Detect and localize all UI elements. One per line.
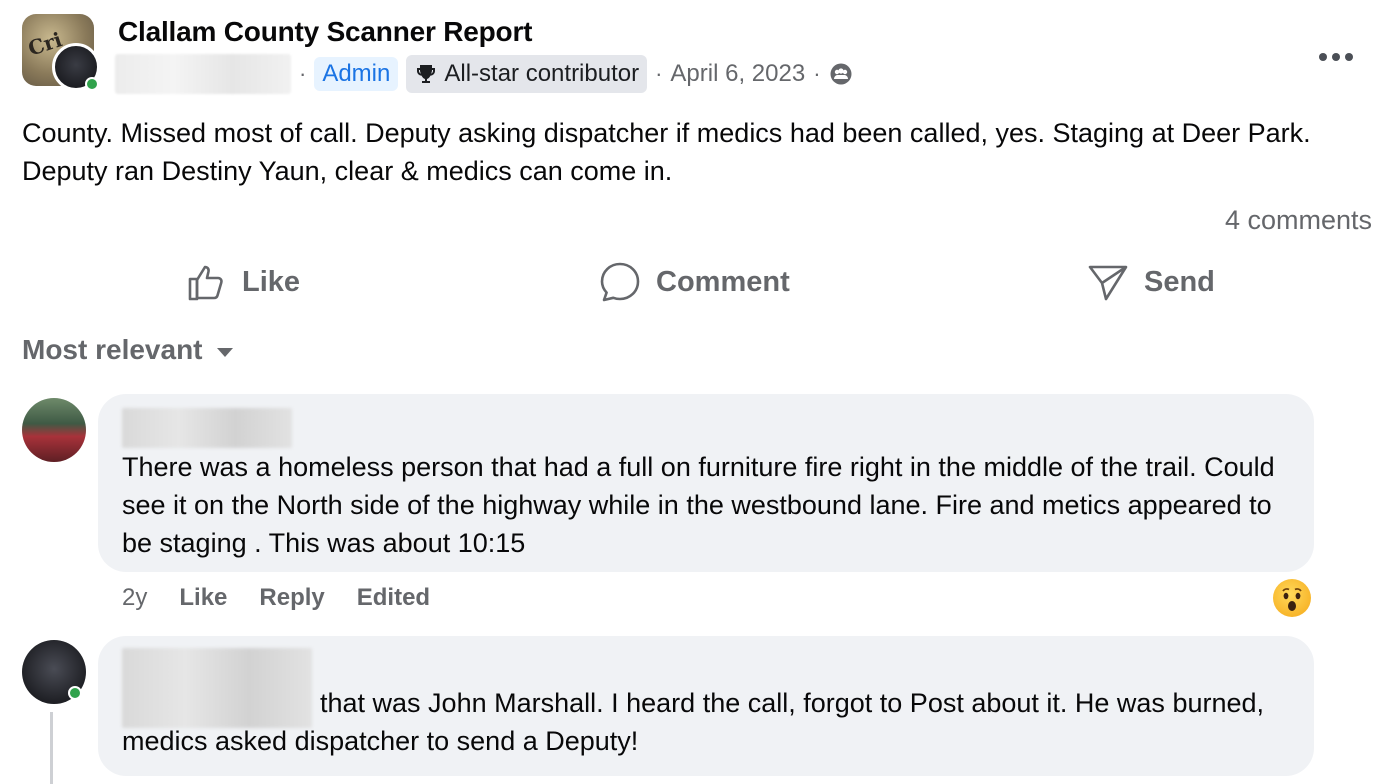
group-name[interactable]: Clallam County Scanner Report <box>118 16 532 48</box>
comment-actions: 2y Like Reply Edited <box>122 584 430 612</box>
comment-label: Comment <box>656 265 790 298</box>
online-status-dot <box>85 77 99 91</box>
separator: · <box>299 61 307 86</box>
sort-label: Most relevant <box>22 334 203 365</box>
post-date[interactable]: April 6, 2023 <box>670 60 805 88</box>
comments-count[interactable]: 4 comments <box>1225 205 1372 236</box>
comment-age[interactable]: 2y <box>122 584 147 612</box>
comment-like-link[interactable]: Like <box>179 584 227 612</box>
reply-thread-line <box>50 712 53 784</box>
admin-badge[interactable]: Admin <box>314 57 399 91</box>
comment-button[interactable]: Comment <box>598 260 790 304</box>
post-meta: · Admin All-star contributor · April 6, … <box>115 53 853 95</box>
send-label: Send <box>1144 265 1215 298</box>
group-audience-icon[interactable] <box>829 62 853 86</box>
blurred-commenter-name[interactable] <box>122 408 292 448</box>
like-label: Like <box>242 265 301 298</box>
comment-text: There was a homeless person that had a f… <box>122 452 1275 558</box>
more-dots-icon <box>1319 53 1353 61</box>
all-star-contributor-badge[interactable]: All-star contributor <box>406 55 648 93</box>
separator: · <box>813 61 821 86</box>
like-button[interactable]: Like <box>186 260 300 304</box>
send-icon <box>1088 265 1128 301</box>
thumbs-up-icon <box>188 265 223 301</box>
comment-sort-dropdown[interactable]: Most relevant <box>22 334 233 366</box>
comment-text: that was John Marshall. I heard the call… <box>122 688 1265 756</box>
online-status-dot <box>68 686 82 700</box>
more-options-button[interactable] <box>1318 36 1354 70</box>
wow-face <box>1282 588 1302 611</box>
blurred-author-name[interactable] <box>115 54 291 94</box>
wow-reaction-icon[interactable] <box>1273 579 1311 617</box>
comment-bubble: There was a homeless person that had a f… <box>98 394 1314 572</box>
all-star-contributor-label: All-star contributor <box>444 60 640 87</box>
separator: · <box>655 61 663 86</box>
comment-edited-label[interactable]: Edited <box>357 584 430 612</box>
comment-bubble-icon <box>600 262 640 302</box>
post-body-text: County. Missed most of call. Deputy aski… <box>22 118 1311 186</box>
send-button[interactable]: Send <box>1086 260 1215 304</box>
caret-down-icon <box>216 347 233 357</box>
trophy-icon <box>417 65 436 83</box>
commenter-avatar[interactable] <box>22 398 86 462</box>
comment-reply-link[interactable]: Reply <box>259 584 324 612</box>
